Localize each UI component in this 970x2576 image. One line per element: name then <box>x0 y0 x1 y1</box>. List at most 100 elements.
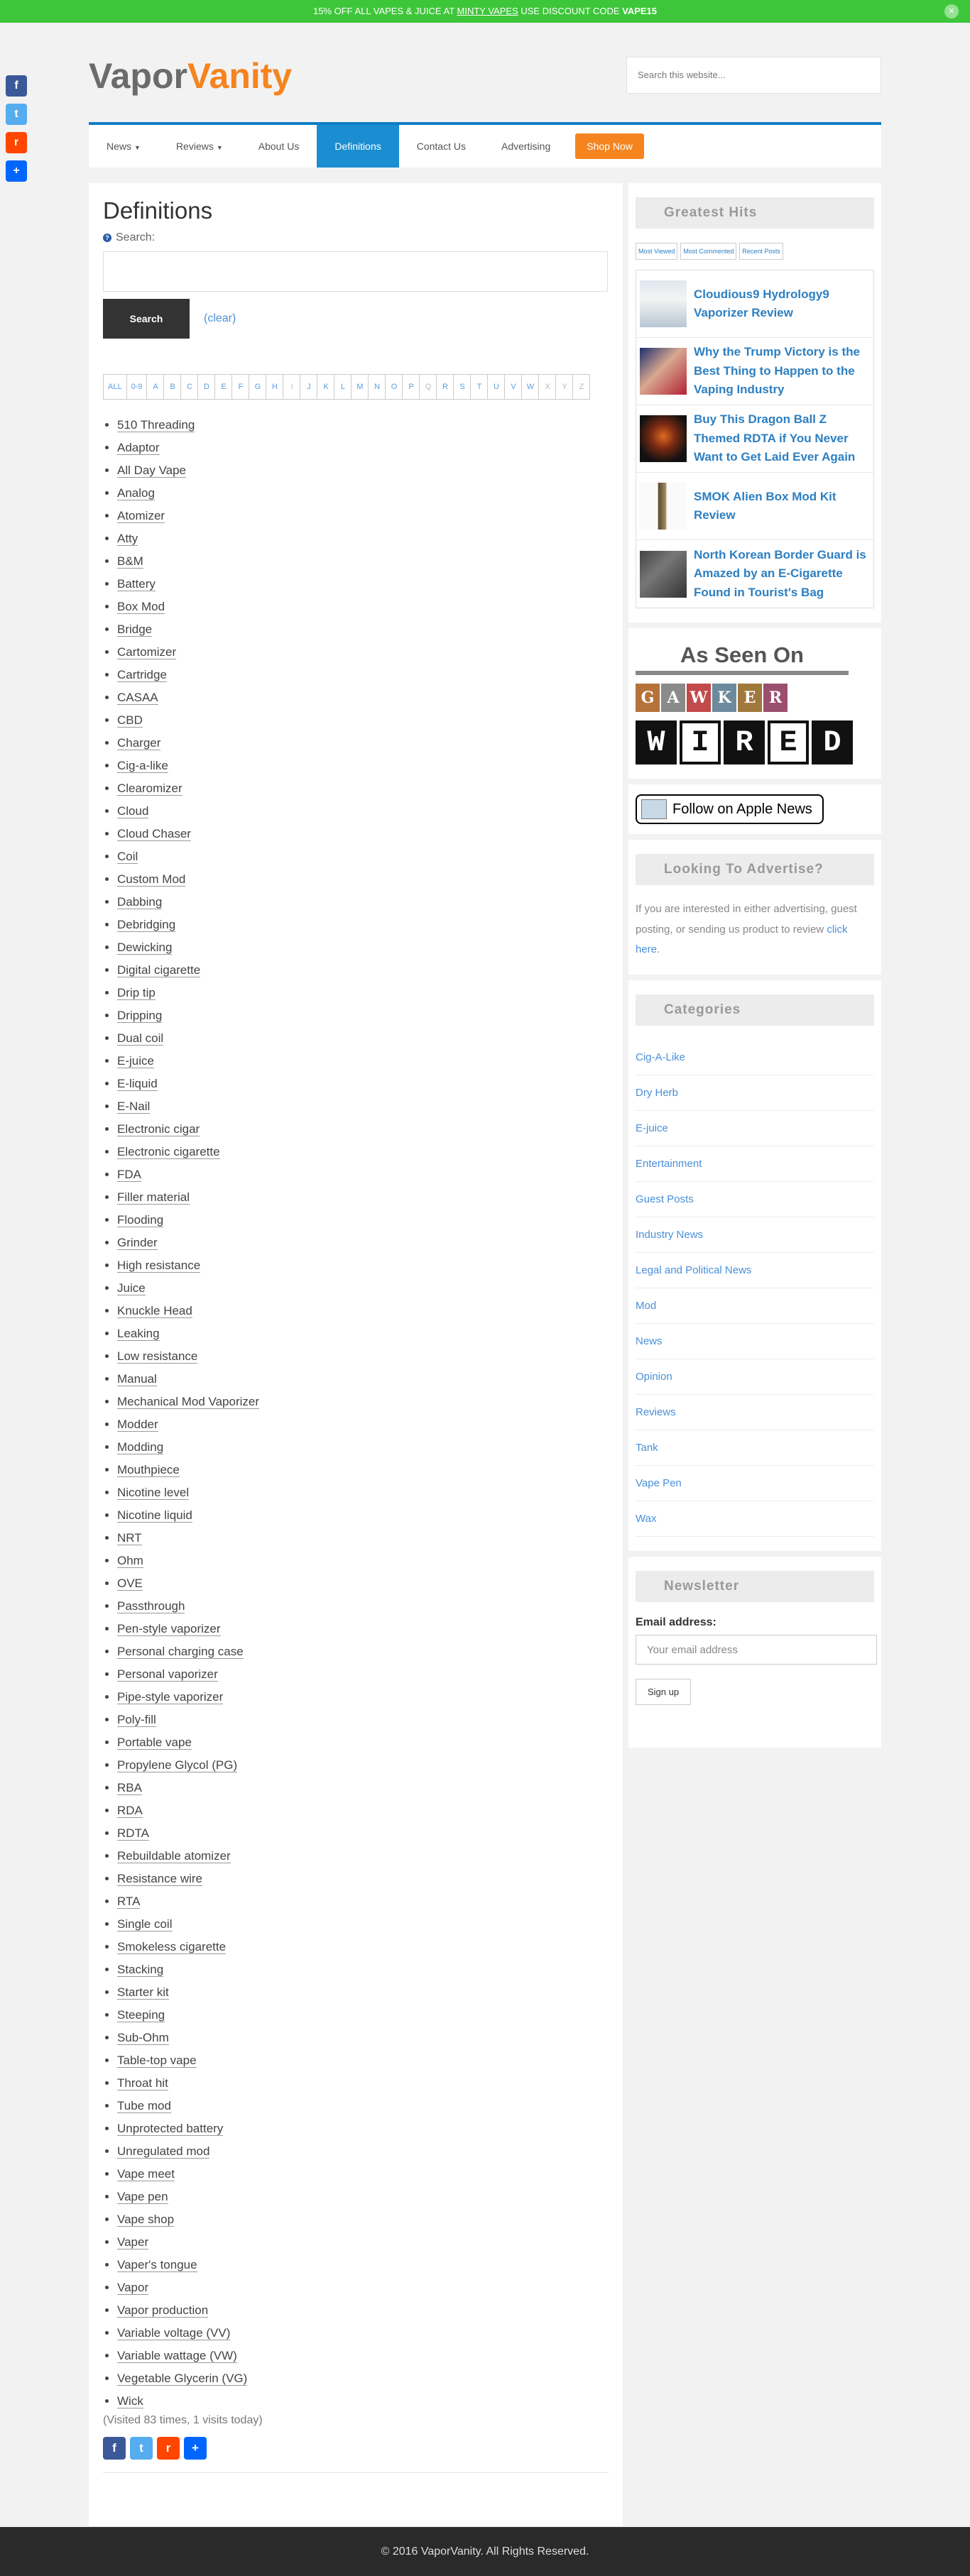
term-link[interactable]: Vapor <box>117 2281 149 2295</box>
nav-item-reviews[interactable]: Reviews ▼ <box>158 125 241 168</box>
term-link[interactable]: Single coil <box>117 1917 173 1931</box>
term-link[interactable]: Starter kit <box>117 1985 169 2000</box>
post-thumbnail[interactable] <box>640 280 687 327</box>
category-link[interactable]: E-juice <box>636 1111 874 1146</box>
term-link[interactable]: Vape shop <box>117 2213 175 2227</box>
reddit-icon[interactable]: r <box>157 2437 180 2460</box>
term-link[interactable]: B&M <box>117 554 143 569</box>
letter-filter-a[interactable]: A <box>147 374 165 400</box>
letter-filter-k[interactable]: K <box>317 374 335 400</box>
term-link[interactable]: Propylene Glycol (PG) <box>117 1758 238 1772</box>
term-link[interactable]: Atomizer <box>117 509 165 523</box>
letter-filter-o[interactable]: O <box>386 374 403 400</box>
term-link[interactable]: Passthrough <box>117 1599 185 1613</box>
letter-filter-q[interactable]: Q <box>420 374 437 400</box>
tab-recent-posts[interactable]: Recent Posts <box>739 243 783 260</box>
letter-filter-u[interactable]: U <box>488 374 506 400</box>
term-link[interactable]: Leaking <box>117 1327 160 1341</box>
share-icon[interactable]: + <box>6 160 27 182</box>
term-link[interactable]: Dripping <box>117 1009 163 1023</box>
post-thumbnail[interactable] <box>640 348 687 395</box>
term-link[interactable]: Poly-fill <box>117 1713 156 1727</box>
post-title[interactable]: SMOK Alien Box Mod Kit Review <box>694 488 870 525</box>
post-thumbnail[interactable] <box>640 415 687 462</box>
letter-filter-i[interactable]: I <box>283 374 301 400</box>
term-link[interactable]: Low resistance <box>117 1349 198 1364</box>
category-link[interactable]: Industry News <box>636 1217 874 1253</box>
term-link[interactable]: Bridge <box>117 623 153 637</box>
share-icon[interactable]: + <box>184 2437 207 2460</box>
clear-link[interactable]: (clear) <box>204 312 236 325</box>
letter-filter-l[interactable]: L <box>334 374 352 400</box>
term-link[interactable]: E-Nail <box>117 1100 151 1114</box>
term-link[interactable]: CBD <box>117 713 143 728</box>
letter-filter-x[interactable]: X <box>539 374 557 400</box>
signup-button[interactable]: Sign up <box>636 1678 692 1705</box>
post-title[interactable]: Cloudious9 Hydrology9 Vaporizer Review <box>694 285 870 323</box>
twitter-icon[interactable]: t <box>130 2437 153 2460</box>
term-link[interactable]: Tube mod <box>117 2099 171 2113</box>
term-link[interactable]: Electronic cigar <box>117 1122 200 1136</box>
term-link[interactable]: Modder <box>117 1418 158 1432</box>
help-icon[interactable]: ? <box>103 234 111 242</box>
term-link[interactable]: E-juice <box>117 1054 154 1068</box>
term-link[interactable]: Cloud Chaser <box>117 827 191 841</box>
term-link[interactable]: Mechanical Mod Vaporizer <box>117 1395 259 1409</box>
letter-filter-g[interactable]: G <box>249 374 267 400</box>
list-item[interactable]: Cloudious9 Hydrology9 Vaporizer Review <box>636 270 873 338</box>
term-link[interactable]: Portable vape <box>117 1736 192 1750</box>
letter-filter-n[interactable]: N <box>369 374 386 400</box>
nav-item-contact[interactable]: Contact Us <box>399 125 484 168</box>
term-link[interactable]: Ohm <box>117 1554 143 1568</box>
letter-filter-d[interactable]: D <box>198 374 216 400</box>
term-link[interactable]: Variable voltage (VV) <box>117 2326 231 2340</box>
term-link[interactable]: Vaper's tongue <box>117 2258 197 2272</box>
email-field[interactable]: Your email address <box>636 1634 877 1665</box>
term-link[interactable]: RTA <box>117 1895 141 1909</box>
term-link[interactable]: Battery <box>117 577 156 591</box>
category-link[interactable]: Legal and Political News <box>636 1253 874 1288</box>
letter-filter-z[interactable]: Z <box>573 374 591 400</box>
term-link[interactable]: Dewicking <box>117 941 173 955</box>
apple-news-button[interactable]: Follow on Apple News <box>636 794 824 824</box>
nav-item-about[interactable]: About Us <box>241 125 317 168</box>
post-title[interactable]: Buy This Dragon Ball Z Themed RDTA if Yo… <box>694 410 870 466</box>
letter-filter-m[interactable]: M <box>352 374 369 400</box>
term-link[interactable]: Vegetable Glycerin (VG) <box>117 2372 248 2386</box>
glossary-search-input[interactable] <box>103 251 608 292</box>
term-link[interactable]: Analog <box>117 486 155 500</box>
term-link[interactable]: CASAA <box>117 691 158 705</box>
term-link[interactable]: Sub-Ohm <box>117 2031 169 2045</box>
term-link[interactable]: Rebuildable atomizer <box>117 1849 231 1863</box>
term-link[interactable]: Unregulated mod <box>117 2144 210 2159</box>
letter-filter-r[interactable]: R <box>437 374 454 400</box>
term-link[interactable]: Cartomizer <box>117 645 177 659</box>
term-link[interactable]: Electronic cigarette <box>117 1145 220 1159</box>
term-link[interactable]: Vape pen <box>117 2190 168 2204</box>
term-link[interactable]: Nicotine liquid <box>117 1508 192 1523</box>
term-link[interactable]: Juice <box>117 1281 146 1295</box>
term-link[interactable]: Stacking <box>117 1963 164 1977</box>
category-link[interactable]: Tank <box>636 1430 874 1466</box>
post-thumbnail[interactable] <box>640 550 687 598</box>
term-link[interactable]: Modding <box>117 1440 164 1454</box>
letter-filter-b[interactable]: B <box>164 374 182 400</box>
letter-filter-all[interactable]: ALL <box>103 374 127 400</box>
term-link[interactable]: Pipe-style vaporizer <box>117 1690 224 1704</box>
term-link[interactable]: Unprotected battery <box>117 2122 224 2136</box>
term-link[interactable]: Vaper <box>117 2235 149 2249</box>
post-title[interactable]: North Korean Border Guard is Amazed by a… <box>694 546 870 602</box>
term-link[interactable]: Cloud <box>117 804 149 818</box>
term-link[interactable]: OVE <box>117 1577 143 1591</box>
term-link[interactable]: Vapor production <box>117 2303 209 2318</box>
letter-filter-p[interactable]: P <box>403 374 420 400</box>
category-link[interactable]: Wax <box>636 1501 874 1537</box>
category-link[interactable]: Cig-A-Like <box>636 1040 874 1075</box>
term-link[interactable]: Debridging <box>117 918 176 932</box>
tab-most-viewed[interactable]: Most Viewed <box>636 243 678 260</box>
category-link[interactable]: Guest Posts <box>636 1182 874 1217</box>
term-link[interactable]: Charger <box>117 736 161 750</box>
promo-link[interactable]: MINTY VAPES <box>457 6 518 16</box>
term-link[interactable]: Box Mod <box>117 600 165 614</box>
term-link[interactable]: Cig-a-like <box>117 759 168 773</box>
